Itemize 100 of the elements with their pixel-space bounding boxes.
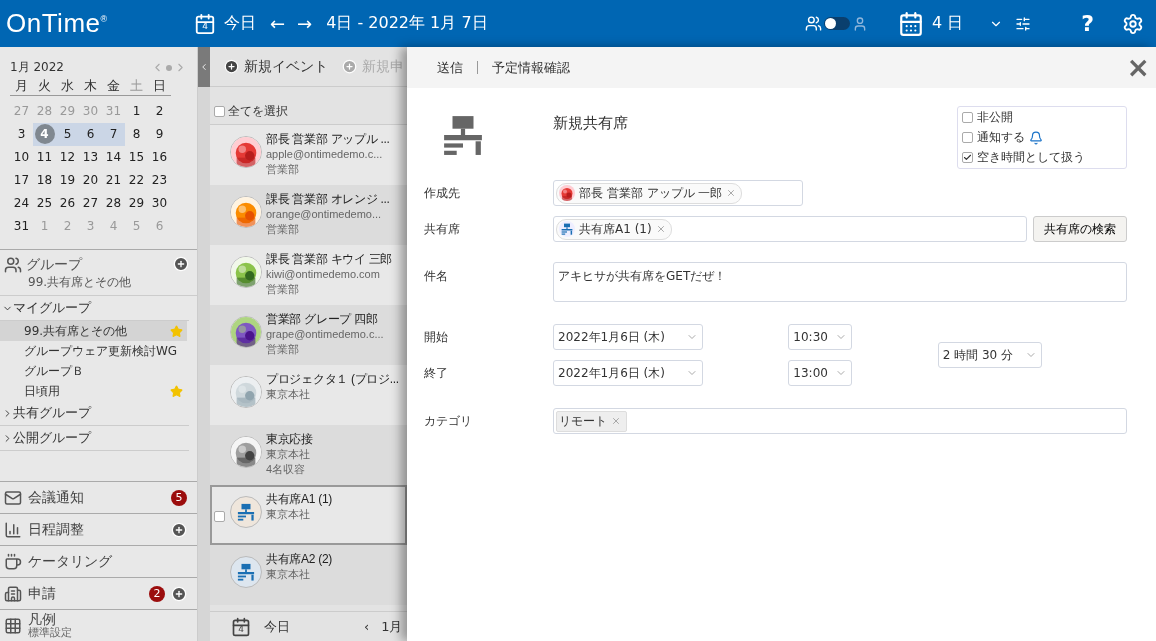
help-button[interactable]: ? bbox=[1081, 11, 1094, 36]
calendar-day[interactable]: 29 bbox=[125, 192, 148, 215]
new-event-button[interactable]: 新規イベント bbox=[224, 57, 328, 76]
add-icon[interactable] bbox=[171, 585, 187, 602]
remove-icon[interactable] bbox=[726, 188, 737, 198]
seat-field[interactable]: 共有席A1 (1) bbox=[553, 216, 1027, 242]
option-checkbox[interactable] bbox=[962, 132, 973, 143]
row-checkbox[interactable] bbox=[214, 511, 225, 522]
calendar-day[interactable]: 27 bbox=[79, 192, 102, 215]
group-icon[interactable] bbox=[804, 15, 822, 32]
date-select[interactable]: 2022年1月6日 (木) bbox=[553, 324, 703, 350]
calendar-day[interactable]: 20 bbox=[79, 169, 102, 192]
remove-icon[interactable] bbox=[655, 224, 666, 234]
add-icon[interactable] bbox=[171, 521, 187, 538]
group-item[interactable]: 99.共有席とその他 bbox=[0, 321, 187, 341]
person-chip[interactable]: 部長 営業部 アップル 一郎 bbox=[556, 182, 743, 204]
calendar-day[interactable]: 8 bbox=[125, 123, 148, 146]
nav-item[interactable]: ケータリング bbox=[0, 545, 197, 577]
calendar-day[interactable]: 31 bbox=[10, 215, 33, 238]
date-range: 4日 - 2022年 1月 7日 bbox=[326, 13, 488, 34]
nav-subtitle: 標準設定 bbox=[28, 627, 73, 639]
calendar-day[interactable]: 25 bbox=[33, 192, 56, 215]
previous-button[interactable]: ← bbox=[270, 13, 286, 34]
calendar-day[interactable]: 19 bbox=[56, 169, 79, 192]
group-section[interactable]: 公開グループ bbox=[0, 426, 189, 451]
star-icon[interactable] bbox=[170, 324, 183, 338]
count-badge: 2 bbox=[149, 585, 165, 602]
next-button[interactable]: → bbox=[297, 13, 313, 34]
resource-row[interactable]: 東京応接 東京本社 4名収容 bbox=[210, 425, 407, 485]
today-button[interactable]: 今日 bbox=[224, 13, 256, 34]
calendar-day[interactable]: 9 bbox=[148, 123, 171, 146]
nav-item[interactable]: 申請 2 bbox=[0, 577, 197, 609]
calendar-day[interactable]: 12 bbox=[56, 146, 79, 169]
sliders-icon[interactable] bbox=[1015, 15, 1032, 32]
row-text: apple@ontimedemo.c... bbox=[266, 147, 384, 162]
group-item[interactable]: グループウェア更新検討WG bbox=[0, 341, 187, 361]
calendar-day[interactable]: 4 bbox=[33, 123, 56, 146]
resource-row[interactable]: 課長 営業部 オレンジ ... orange@ontimedemo... 営業部 bbox=[210, 185, 407, 245]
group-item[interactable]: グループＢ bbox=[0, 361, 187, 381]
time-select[interactable]: 13:00 bbox=[788, 360, 853, 386]
nav-item[interactable]: 会議通知 5 bbox=[0, 481, 197, 513]
resource-row[interactable]: 部長 営業部 アップル ... apple@ontimedemo.c... 営業部 bbox=[210, 125, 407, 185]
resource-row[interactable]: 共有席A2 (2) 東京本社 bbox=[210, 545, 407, 605]
calendar-day[interactable]: 22 bbox=[125, 169, 148, 192]
category-field[interactable]: リモート bbox=[553, 408, 1127, 434]
close-button[interactable]: × bbox=[1126, 53, 1150, 82]
resource-row[interactable]: プロジェクタ１ (プロジ... 東京本社 bbox=[210, 365, 407, 425]
calendar-day[interactable]: 17 bbox=[10, 169, 33, 192]
resource-row[interactable]: 課長 営業部 キウイ 三郎 kiwi@ontimedemo.com 営業部 bbox=[210, 245, 407, 305]
calendar-day[interactable]: 26 bbox=[56, 192, 79, 215]
add-icon[interactable] bbox=[173, 256, 189, 272]
remove-icon[interactable] bbox=[611, 416, 621, 426]
calendar-icon[interactable] bbox=[897, 10, 924, 37]
calendar-day[interactable]: 28 bbox=[102, 192, 125, 215]
calendar-day[interactable]: 15 bbox=[125, 146, 148, 169]
resource-row[interactable]: 営業部 グレープ 四郎 grape@ontimedemo.c... 営業部 bbox=[210, 305, 407, 365]
dot-icon[interactable] bbox=[166, 64, 172, 71]
calendar-day[interactable]: 14 bbox=[102, 146, 125, 169]
calendar-day[interactable]: 13 bbox=[79, 146, 102, 169]
subject-field[interactable]: アキヒサが共有席をGETだぜ！ bbox=[553, 262, 1127, 302]
calendar-day[interactable]: 30 bbox=[148, 192, 171, 215]
toolbar-action[interactable]: 予定情報確認 bbox=[492, 58, 570, 77]
add-icon bbox=[342, 59, 357, 74]
date-select[interactable]: 2022年1月6日 (木) bbox=[553, 360, 703, 386]
nav-item[interactable]: 日程調整 bbox=[0, 513, 197, 545]
option-checkbox[interactable] bbox=[962, 112, 973, 123]
organizer-field[interactable]: 部長 営業部 アップル 一郎 bbox=[553, 180, 803, 206]
calendar-day[interactable]: 11 bbox=[33, 146, 56, 169]
group-section[interactable]: 共有グループ bbox=[0, 401, 189, 426]
calendar-day[interactable]: 21 bbox=[102, 169, 125, 192]
seat-search-button[interactable]: 共有席の検索 bbox=[1033, 216, 1127, 242]
calendar-day[interactable]: 3 bbox=[10, 123, 33, 146]
calendar-day[interactable]: 24 bbox=[10, 192, 33, 215]
previous-button[interactable]: ‹ bbox=[364, 619, 370, 634]
settings-icon[interactable] bbox=[1122, 12, 1144, 35]
seat-chip[interactable]: 共有席A1 (1) bbox=[556, 218, 672, 240]
today-button[interactable]: 今日 bbox=[264, 617, 290, 636]
category-chip[interactable]: リモート bbox=[556, 410, 627, 432]
duration-select[interactable]: 2 時間 30 分 bbox=[937, 342, 1042, 368]
calendar-day[interactable]: 18 bbox=[33, 169, 56, 192]
view-days[interactable]: 4 日 bbox=[931, 13, 964, 34]
row-text: kiwi@ontimedemo.com bbox=[266, 267, 381, 282]
group-item[interactable]: 日頃用 bbox=[0, 381, 187, 401]
calendar-day[interactable]: 1 bbox=[125, 100, 148, 123]
calendar-day[interactable]: 6 bbox=[79, 123, 102, 146]
resource-row[interactable]: 共有席A1 (1) 東京本社 bbox=[210, 485, 407, 545]
calendar-day[interactable]: 23 bbox=[148, 169, 171, 192]
calendar-day[interactable]: 16 bbox=[148, 146, 171, 169]
time-select[interactable]: 10:30 bbox=[788, 324, 853, 350]
bell-icon[interactable] bbox=[1029, 130, 1043, 145]
calendar-day[interactable]: 10 bbox=[10, 146, 33, 169]
star-icon[interactable] bbox=[170, 384, 183, 398]
toolbar-action[interactable]: 送信 bbox=[437, 58, 463, 77]
person-toggle[interactable] bbox=[823, 17, 850, 30]
collapse-icon[interactable] bbox=[199, 62, 209, 72]
calendar-day[interactable]: 7 bbox=[102, 123, 125, 146]
calendar-day[interactable]: 5 bbox=[56, 123, 79, 146]
nav-item[interactable]: 凡例 標準設定 bbox=[0, 609, 197, 641]
option-checkbox[interactable] bbox=[962, 152, 973, 163]
calendar-day[interactable]: 2 bbox=[148, 100, 171, 123]
